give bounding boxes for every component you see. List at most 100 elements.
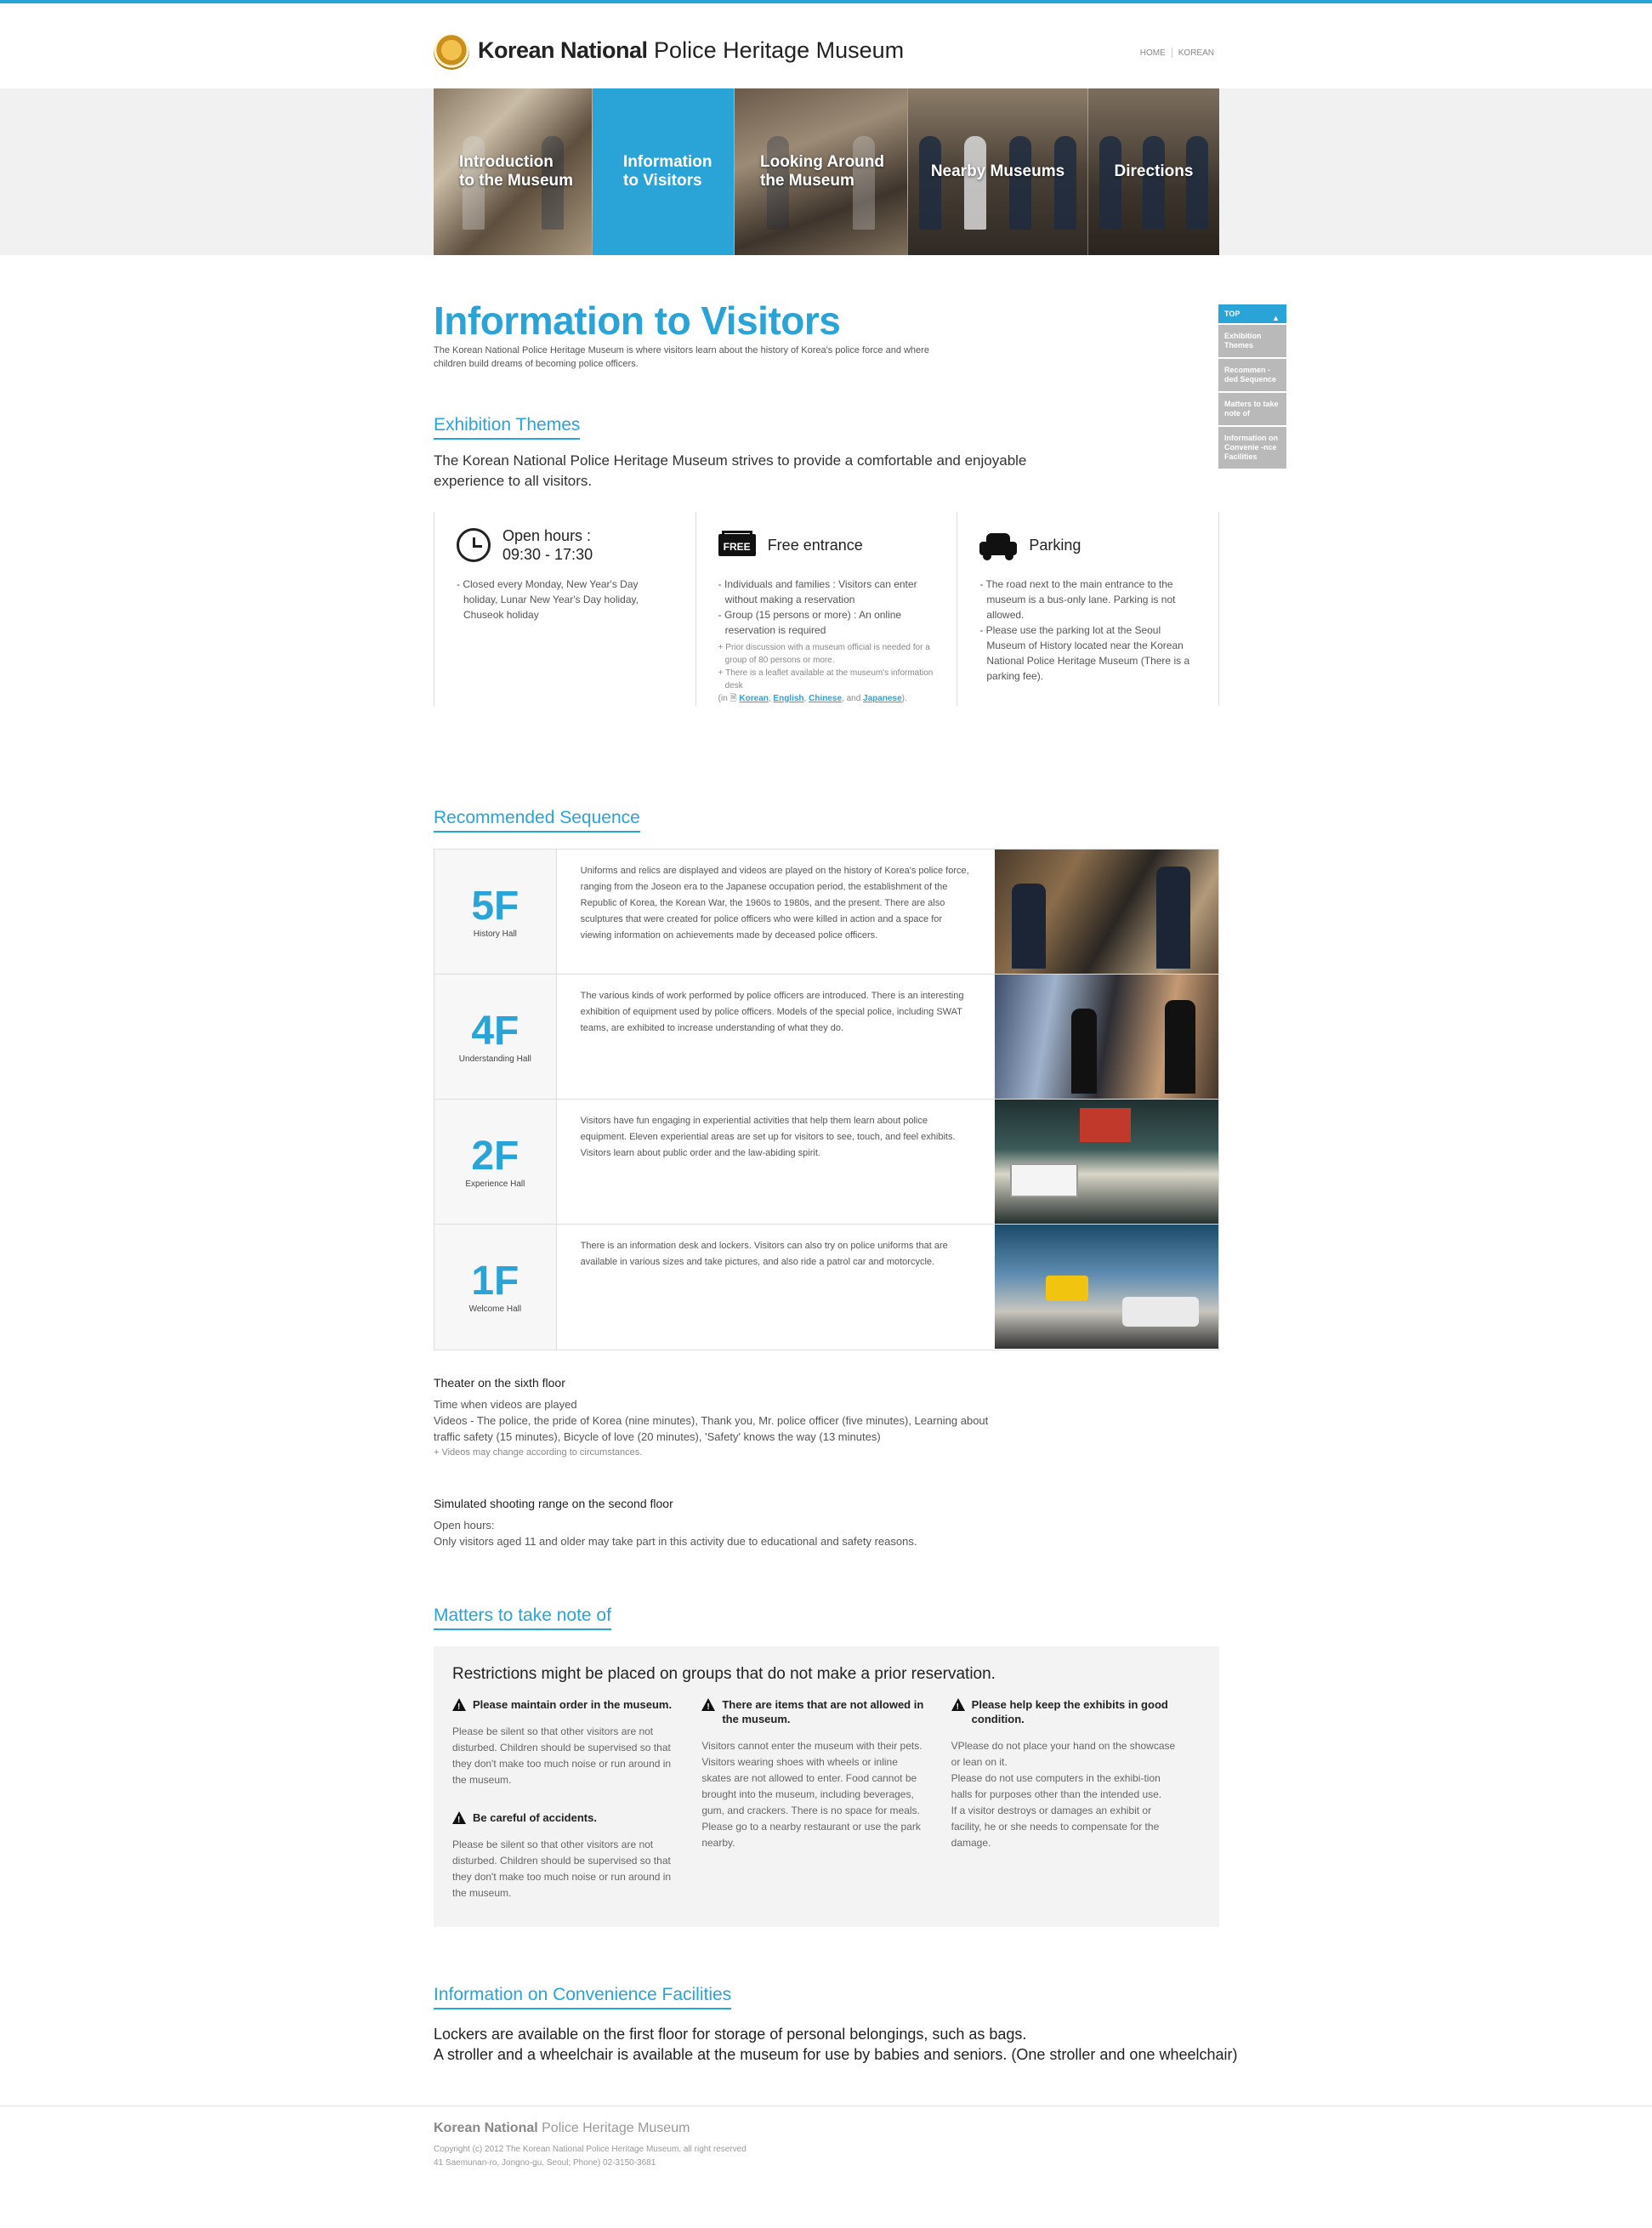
floor-number: 4F [471, 1008, 519, 1054]
facilities-line-2: A stroller and a wheelchair is available… [434, 2046, 1238, 2063]
matters-box: Restrictions might be placed on groups t… [434, 1646, 1219, 1927]
leaflet-japanese-link[interactable]: Japanese [863, 694, 902, 703]
quick-item-recommended[interactable]: Recommen -ded Sequence [1218, 359, 1286, 391]
floor-number: 5F [471, 883, 519, 929]
nav-directions-label: Directions [1114, 162, 1194, 180]
theater-line-2: Videos - The police, the pride of Korea … [434, 1414, 989, 1443]
section-title-exhibition: Exhibition Themes [434, 415, 581, 440]
warning-icon [452, 1811, 466, 1827]
leaflet-chinese-link[interactable]: Chinese [809, 694, 842, 703]
nav-photo [1088, 136, 1219, 238]
welcome-hall-photo [994, 1225, 1218, 1349]
police-emblem-icon[interactable] [434, 34, 469, 70]
parking-title: Parking [1029, 537, 1081, 554]
nav-looking-around[interactable]: Looking Around the Museum [735, 88, 908, 255]
floor-sequence-table: 5F History Hall Uniforms and relics are d… [434, 849, 1219, 1350]
nav-nearby-museums[interactable]: Nearby Museums [908, 88, 1088, 255]
site-footer: Korean National Police Heritage Museum C… [434, 2121, 1219, 2170]
warning-text-items: Visitors cannot enter the museum with th… [701, 1740, 923, 1849]
main-nav: Introduction to the Museum Information t… [434, 88, 1219, 255]
theater-line-1: Time when videos are played [434, 1398, 577, 1411]
footer-info: Copyright (c) 2012 The Korean National P… [434, 2143, 1219, 2170]
floor-label: 2F Experience Hall [434, 1100, 557, 1224]
nav-nearby-museums-label: Nearby Museums [930, 162, 1065, 180]
footer-logo: Korean National Police Heritage Museum [434, 2121, 1219, 2136]
floor-number: 1F [471, 1259, 519, 1304]
quick-menu: TOP ▲ Exhibition Themes Recommen -ded Seq… [1218, 304, 1286, 469]
floor-description: Uniforms and relics are displayed and vi… [580, 866, 969, 941]
quick-top-button[interactable]: TOP ▲ [1218, 304, 1286, 323]
facilities-line-1: Lockers are available on the first floor… [434, 2026, 1027, 2043]
nav-information-label: Information to Visitors [623, 153, 712, 190]
home-link[interactable]: HOME [1134, 48, 1172, 58]
free-ticket-icon: FREE [718, 531, 756, 556]
info-boxes: Open hours : 09:30 - 17:30 - Closed ever… [434, 512, 1220, 706]
quick-item-exhibition[interactable]: Exhibition Themes [1218, 325, 1286, 357]
leaflet-pre: (in [718, 694, 730, 703]
floor-description: The various kinds of work performed by p… [580, 991, 964, 1033]
logo-bold-text: Korean National [478, 37, 648, 63]
hall-name: Welcome Hall [468, 1304, 522, 1314]
floor-description: Visitors have fun engaging in experienti… [580, 1116, 956, 1158]
hall-name: Understanding Hall [458, 1054, 531, 1064]
parking-text-2: - Please use the parking lot at the Seou… [979, 624, 1190, 682]
matters-column-1: Please maintain order in the museum. Ple… [452, 1697, 701, 1901]
free-entrance-group: - Group (15 persons or more) : An online… [718, 609, 902, 636]
site-logo[interactable]: Korean National Police Heritage Museum [478, 37, 904, 64]
quick-item-matters[interactable]: Matters to take note of [1218, 393, 1286, 425]
parking-text-1: - The road next to the main entrance to … [979, 578, 1176, 621]
matters-column-2: There are items that are not allowed in … [701, 1697, 951, 1901]
leaflet-english-link[interactable]: English [773, 694, 803, 703]
free-entrance-notes: + Prior discussion with a museum officia… [718, 641, 935, 705]
note-leaflet: + There is a leaflet available at the mu… [718, 668, 934, 691]
theater-note: + Videos may change according to circums… [434, 1447, 643, 1458]
hours-title: Open hours : 09:30 - 17:30 [502, 527, 593, 563]
shooting-line-2: Only visitors aged 11 and older may take… [434, 1535, 917, 1548]
clock-icon [457, 528, 491, 562]
warning-title-exhibits: Please help keep the exhibits in good co… [971, 1698, 1168, 1725]
warning-title-items: There are items that are not allowed in … [722, 1698, 924, 1725]
theater-info: Time when videos are played Videos - The… [434, 1396, 1012, 1461]
free-entrance-title: Free entrance [767, 537, 863, 554]
hall-name: Experience Hall [465, 1179, 525, 1189]
warning-text-order: Please be silent so that other visitors … [452, 1725, 672, 1786]
top-accent-line [0, 0, 1652, 3]
leaflet-languages: (in 🗎 Korean, English, Chinese, and Japa… [718, 694, 907, 703]
footer-address: 41 Saemunan-ro, Jongno-gu, Seoul; Phone)… [434, 2158, 656, 2168]
footer-copyright: Copyright (c) 2012 The Korean National P… [434, 2145, 747, 2154]
page-intro: The Korean National Police Heritage Muse… [434, 345, 929, 369]
nav-photo [908, 136, 1087, 238]
facilities-text: Lockers are available on the first floor… [434, 2024, 1238, 2065]
exhibits-line-3: If a visitor destroys or damages an exhi… [951, 1805, 1160, 1849]
shooting-line-1: Open hours: [434, 1519, 495, 1532]
logo-rest-text: Police Heritage Museum [647, 37, 905, 63]
nav-directions[interactable]: Directions [1088, 88, 1219, 255]
floor-row: 2F Experience Hall Visitors have fun enga… [434, 1100, 1218, 1225]
utility-links: HOME KOREAN [1134, 48, 1220, 58]
understanding-hall-photo [994, 975, 1218, 1099]
floor-row: 5F History Hall Uniforms and relics are d… [434, 850, 1218, 975]
warning-icon [951, 1698, 965, 1714]
nav-information[interactable]: Information to Visitors [593, 88, 735, 255]
nav-introduction-label: Introduction to the Museum [459, 153, 574, 190]
section-title-facilities: Information on Convenience Facilities [434, 1985, 732, 2009]
leaflet-icon: 🗎 [729, 694, 740, 703]
floor-number: 2F [471, 1133, 519, 1179]
warning-text-exhibits: VPlease do not place your hand on the sh… [951, 1738, 1177, 1851]
korean-link[interactable]: KOREAN [1172, 48, 1220, 58]
nav-introduction[interactable]: Introduction to the Museum [434, 88, 593, 255]
info-box-free-entrance: FREE Free entrance - Individuals and fam… [695, 512, 957, 706]
caret-up-icon: ▲ [1272, 314, 1280, 322]
leaflet-korean-link[interactable]: Korean [739, 694, 768, 703]
quick-item-facilities[interactable]: Information on Convenie -nce Facilities [1218, 427, 1286, 469]
quick-top-label: TOP [1224, 310, 1240, 318]
leaflet-post: ). [901, 694, 907, 703]
history-hall-photo [994, 850, 1218, 974]
footer-logo-rest: Police Heritage Museum [537, 2121, 690, 2135]
hours-text: - Closed every Monday, New Year's Day ho… [457, 578, 639, 621]
info-box-hours: Open hours : 09:30 - 17:30 - Closed ever… [434, 512, 695, 706]
matters-lead: Restrictions might be placed on groups t… [452, 1665, 996, 1683]
section-title-recommended: Recommended Sequence [434, 808, 640, 833]
theater-title: Theater on the sixth floor [434, 1376, 565, 1390]
note-prior-discussion: + Prior discussion with a museum officia… [718, 643, 930, 665]
